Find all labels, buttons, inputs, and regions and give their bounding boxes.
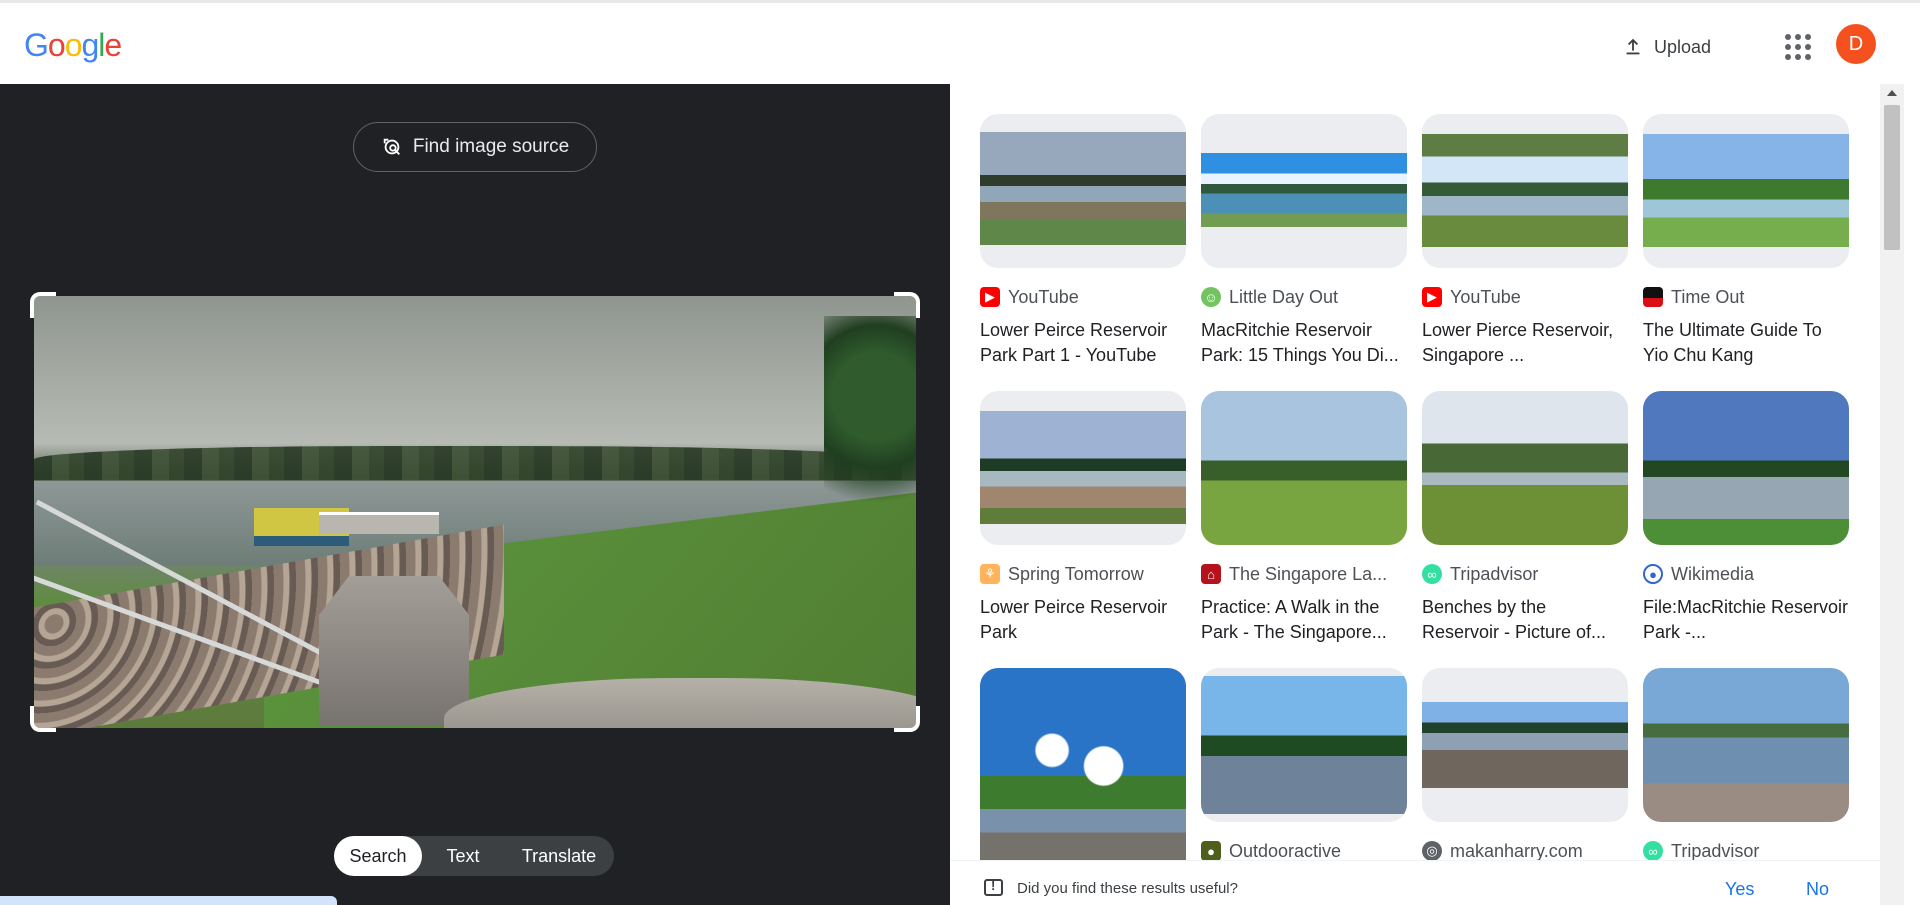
result-card[interactable]: ▶ YouTube Lower Peirce Reservoir Park Pa… [980, 114, 1186, 375]
result-title[interactable]: MacRitchie Reservoir Park: 15 Things You… [1201, 318, 1407, 368]
image-search-panel: Find image source Search Text Translate [0, 84, 950, 905]
result-title[interactable]: Practice: A Walk in the Park - The Singa… [1201, 595, 1407, 645]
bottom-panel-strip [0, 896, 337, 905]
tripadvisor-icon: ∞ [1643, 841, 1663, 861]
upload-label: Upload [1654, 36, 1712, 57]
result-source[interactable]: ∞ Tripadvisor [1643, 840, 1849, 862]
avatar[interactable]: D [1836, 24, 1876, 64]
result-card[interactable]: ☺ Little Day Out MacRitchie Reservoir Pa… [1201, 114, 1407, 375]
result-source[interactable]: ▶ YouTube [1422, 286, 1628, 308]
crop-handle-bottom-left[interactable] [30, 706, 56, 732]
result-source[interactable]: ⌂ The Singapore La... [1201, 563, 1407, 585]
result-source[interactable]: ∞ Tripadvisor [1422, 563, 1628, 585]
result-source[interactable]: ● Outdooractive [1201, 840, 1407, 862]
crop-handle-bottom-right[interactable] [894, 706, 920, 732]
result-title[interactable]: Benches by the Reservoir - Picture of... [1422, 595, 1628, 645]
result-thumbnail[interactable] [1201, 391, 1407, 545]
result-title[interactable]: The Ultimate Guide To Yio Chu Kang [1643, 318, 1849, 368]
globe-icon: ◎ [1422, 841, 1442, 861]
result-title[interactable]: Lower Peirce Reservoir Park [980, 595, 1186, 645]
result-source[interactable]: Time Out [1643, 286, 1849, 308]
wikimedia-icon: ● [1643, 564, 1663, 584]
find-image-source-label: Find image source [412, 136, 570, 157]
visual-matches-panel: ▶ YouTube Lower Peirce Reservoir Park Pa… [950, 84, 1880, 905]
result-thumbnail[interactable] [980, 114, 1186, 268]
tab-translate[interactable]: Translate [504, 836, 614, 876]
result-card[interactable]: ∞ Tripadvisor Benches by the Reservoir -… [1422, 391, 1628, 652]
result-card[interactable]: ● Wikimedia File:MacRitchie Reservoir Pa… [1643, 391, 1849, 652]
uploaded-image-crop[interactable] [30, 292, 920, 732]
result-thumbnail[interactable] [1201, 114, 1407, 268]
result-source[interactable]: ◎ makanharry.com [1422, 840, 1628, 862]
scroll-thumb[interactable] [1884, 105, 1900, 250]
result-source[interactable]: ⚘ Spring Tomorrow [980, 563, 1186, 585]
result-thumbnail[interactable] [1422, 668, 1628, 822]
feedback-icon [984, 878, 1003, 896]
crop-handle-top-left[interactable] [30, 292, 56, 318]
result-title[interactable]: File:MacRitchie Reservoir Park -... [1643, 595, 1849, 645]
results-scrollbar[interactable] [1880, 84, 1904, 905]
results-feedback: Did you find these results useful? Yes N… [950, 860, 1880, 905]
upload-icon [1626, 38, 1640, 55]
crop-handle-top-right[interactable] [894, 292, 920, 318]
little-day-out-icon: ☺ [1201, 287, 1221, 307]
result-thumbnail[interactable] [1201, 668, 1407, 822]
tripadvisor-icon: ∞ [1422, 564, 1442, 584]
result-source[interactable]: ● Wikimedia [1643, 563, 1849, 585]
lens-mode-tabs: Search Text Translate [334, 836, 614, 876]
youtube-icon: ▶ [1422, 287, 1442, 307]
result-title[interactable]: Lower Pierce Reservoir, Singapore ... [1422, 318, 1628, 368]
result-thumbnail[interactable] [980, 391, 1186, 545]
result-thumbnail[interactable] [1422, 391, 1628, 545]
results-grid: ▶ YouTube Lower Peirce Reservoir Park Pa… [980, 114, 1850, 905]
top-header: Google Upload D [0, 3, 1920, 84]
youtube-icon: ▶ [980, 287, 1000, 307]
result-thumbnail[interactable] [1643, 668, 1849, 822]
find-image-source-button[interactable]: Find image source [353, 122, 597, 172]
upload-button[interactable]: Upload [1622, 29, 1711, 65]
result-card[interactable]: ▶ YouTube Lower Pierce Reservoir, Singap… [1422, 114, 1628, 375]
outdooractive-icon: ● [1201, 841, 1221, 861]
google-logo[interactable]: Google [24, 27, 122, 64]
spring-tomorrow-icon: ⚘ [980, 564, 1000, 584]
feedback-question: Did you find these results useful? [1017, 880, 1238, 897]
result-card[interactable]: Time Out The Ultimate Guide To Yio Chu K… [1643, 114, 1849, 375]
result-card[interactable]: ⚘ Spring Tomorrow Lower Peirce Reservoir… [980, 391, 1186, 652]
result-thumbnail[interactable] [980, 668, 1186, 864]
singapore-icon: ⌂ [1201, 564, 1221, 584]
image-search-icon [383, 138, 400, 155]
result-source[interactable]: ☺ Little Day Out [1201, 286, 1407, 308]
feedback-yes-button[interactable]: Yes [1725, 879, 1754, 900]
tab-search[interactable]: Search [334, 836, 422, 876]
feedback-no-button[interactable]: No [1806, 879, 1829, 900]
result-title[interactable]: Lower Peirce Reservoir Park Part 1 - You… [980, 318, 1186, 368]
result-source[interactable]: ▶ YouTube [980, 286, 1186, 308]
time-out-icon [1643, 287, 1663, 307]
result-thumbnail[interactable] [1643, 114, 1849, 268]
apps-grid-icon[interactable] [1782, 31, 1812, 61]
result-card[interactable]: ⌂ The Singapore La... Practice: A Walk i… [1201, 391, 1407, 652]
tab-text[interactable]: Text [422, 836, 504, 876]
scroll-up-icon[interactable] [1887, 90, 1897, 96]
reservoir-photo [34, 296, 916, 728]
result-thumbnail[interactable] [1643, 391, 1849, 545]
result-thumbnail[interactable] [1422, 114, 1628, 268]
